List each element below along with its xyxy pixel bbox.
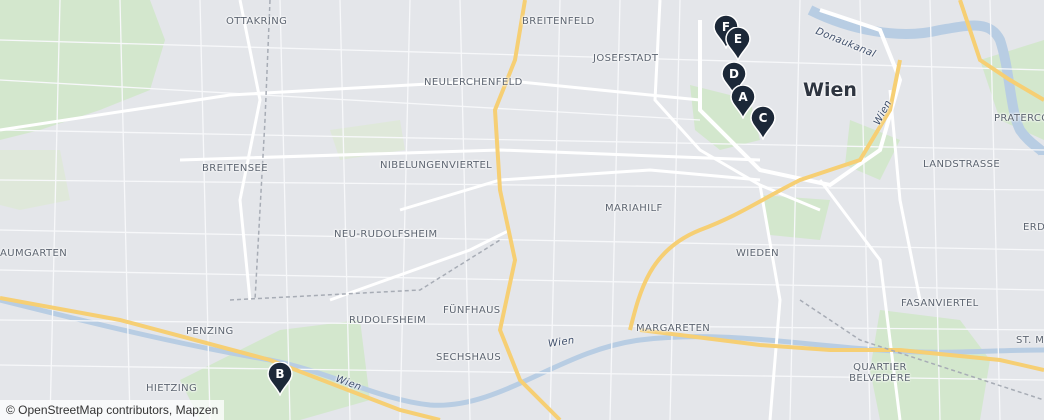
district-label-penzing: PENZING [186, 326, 234, 337]
district-label-ottakring: OTTAKRING [226, 16, 288, 27]
district-label-stmarx: ST. MA [1016, 335, 1044, 346]
map-attribution[interactable]: © OpenStreetMap contributors, Mapzen [0, 400, 225, 420]
district-label-nibelungenviertel: NIBELUNGENVIERTEL [380, 160, 493, 171]
city-label: Wien [803, 79, 857, 101]
district-label-josefstadt: JOSEFSTADT [593, 53, 659, 64]
map-marker-b[interactable]: B [267, 361, 293, 397]
district-label-margareten: MARGARETEN [636, 323, 711, 334]
district-label-breitensee: BREITENSEE [202, 163, 268, 174]
marker-label: E [733, 32, 743, 46]
district-label-pratercottage: PRATERCOTT [994, 113, 1044, 124]
district-label-rudolfsheim: RUDOLFSHEIM [349, 315, 427, 326]
district-label-baumgarten: AUMGARTEN [0, 248, 68, 259]
marker-label: C [758, 111, 768, 125]
district-label-fasanviertel: FASANVIERTEL [901, 298, 979, 309]
marker-label: B [275, 367, 285, 381]
district-label-wieden: WIEDEN [736, 248, 780, 259]
district-label-breitenfeld: BREITENFELD [522, 16, 595, 27]
district-label-quartier-belvedere: QUARTIER BELVEDERE [849, 362, 911, 384]
district-label-hietzing: HIETZING [146, 383, 198, 394]
marker-label: D [729, 67, 739, 81]
district-label-erdberg: ERDE [1023, 222, 1044, 233]
map-marker-c[interactable]: C [750, 105, 776, 141]
district-label-sechshaus: SECHSHAUS [436, 352, 502, 363]
map-marker-e[interactable]: E [725, 26, 751, 62]
district-label-neu-rudolfsheim: NEU-RUDOLFSHEIM [334, 229, 438, 240]
map-canvas[interactable]: OTTAKRING BREITENFELD JOSEFSTADT NEULERC… [0, 0, 1044, 420]
district-label-neulerchenfeld: NEULERCHENFELD [424, 77, 523, 88]
district-label-mariahilf: MARIAHILF [605, 203, 663, 214]
district-label-landstrasse: LANDSTRASSE [923, 159, 1001, 170]
map-base [0, 0, 1044, 420]
marker-label: A [738, 90, 748, 104]
district-label-fuenfhaus: FÜNFHAUS [443, 305, 501, 316]
